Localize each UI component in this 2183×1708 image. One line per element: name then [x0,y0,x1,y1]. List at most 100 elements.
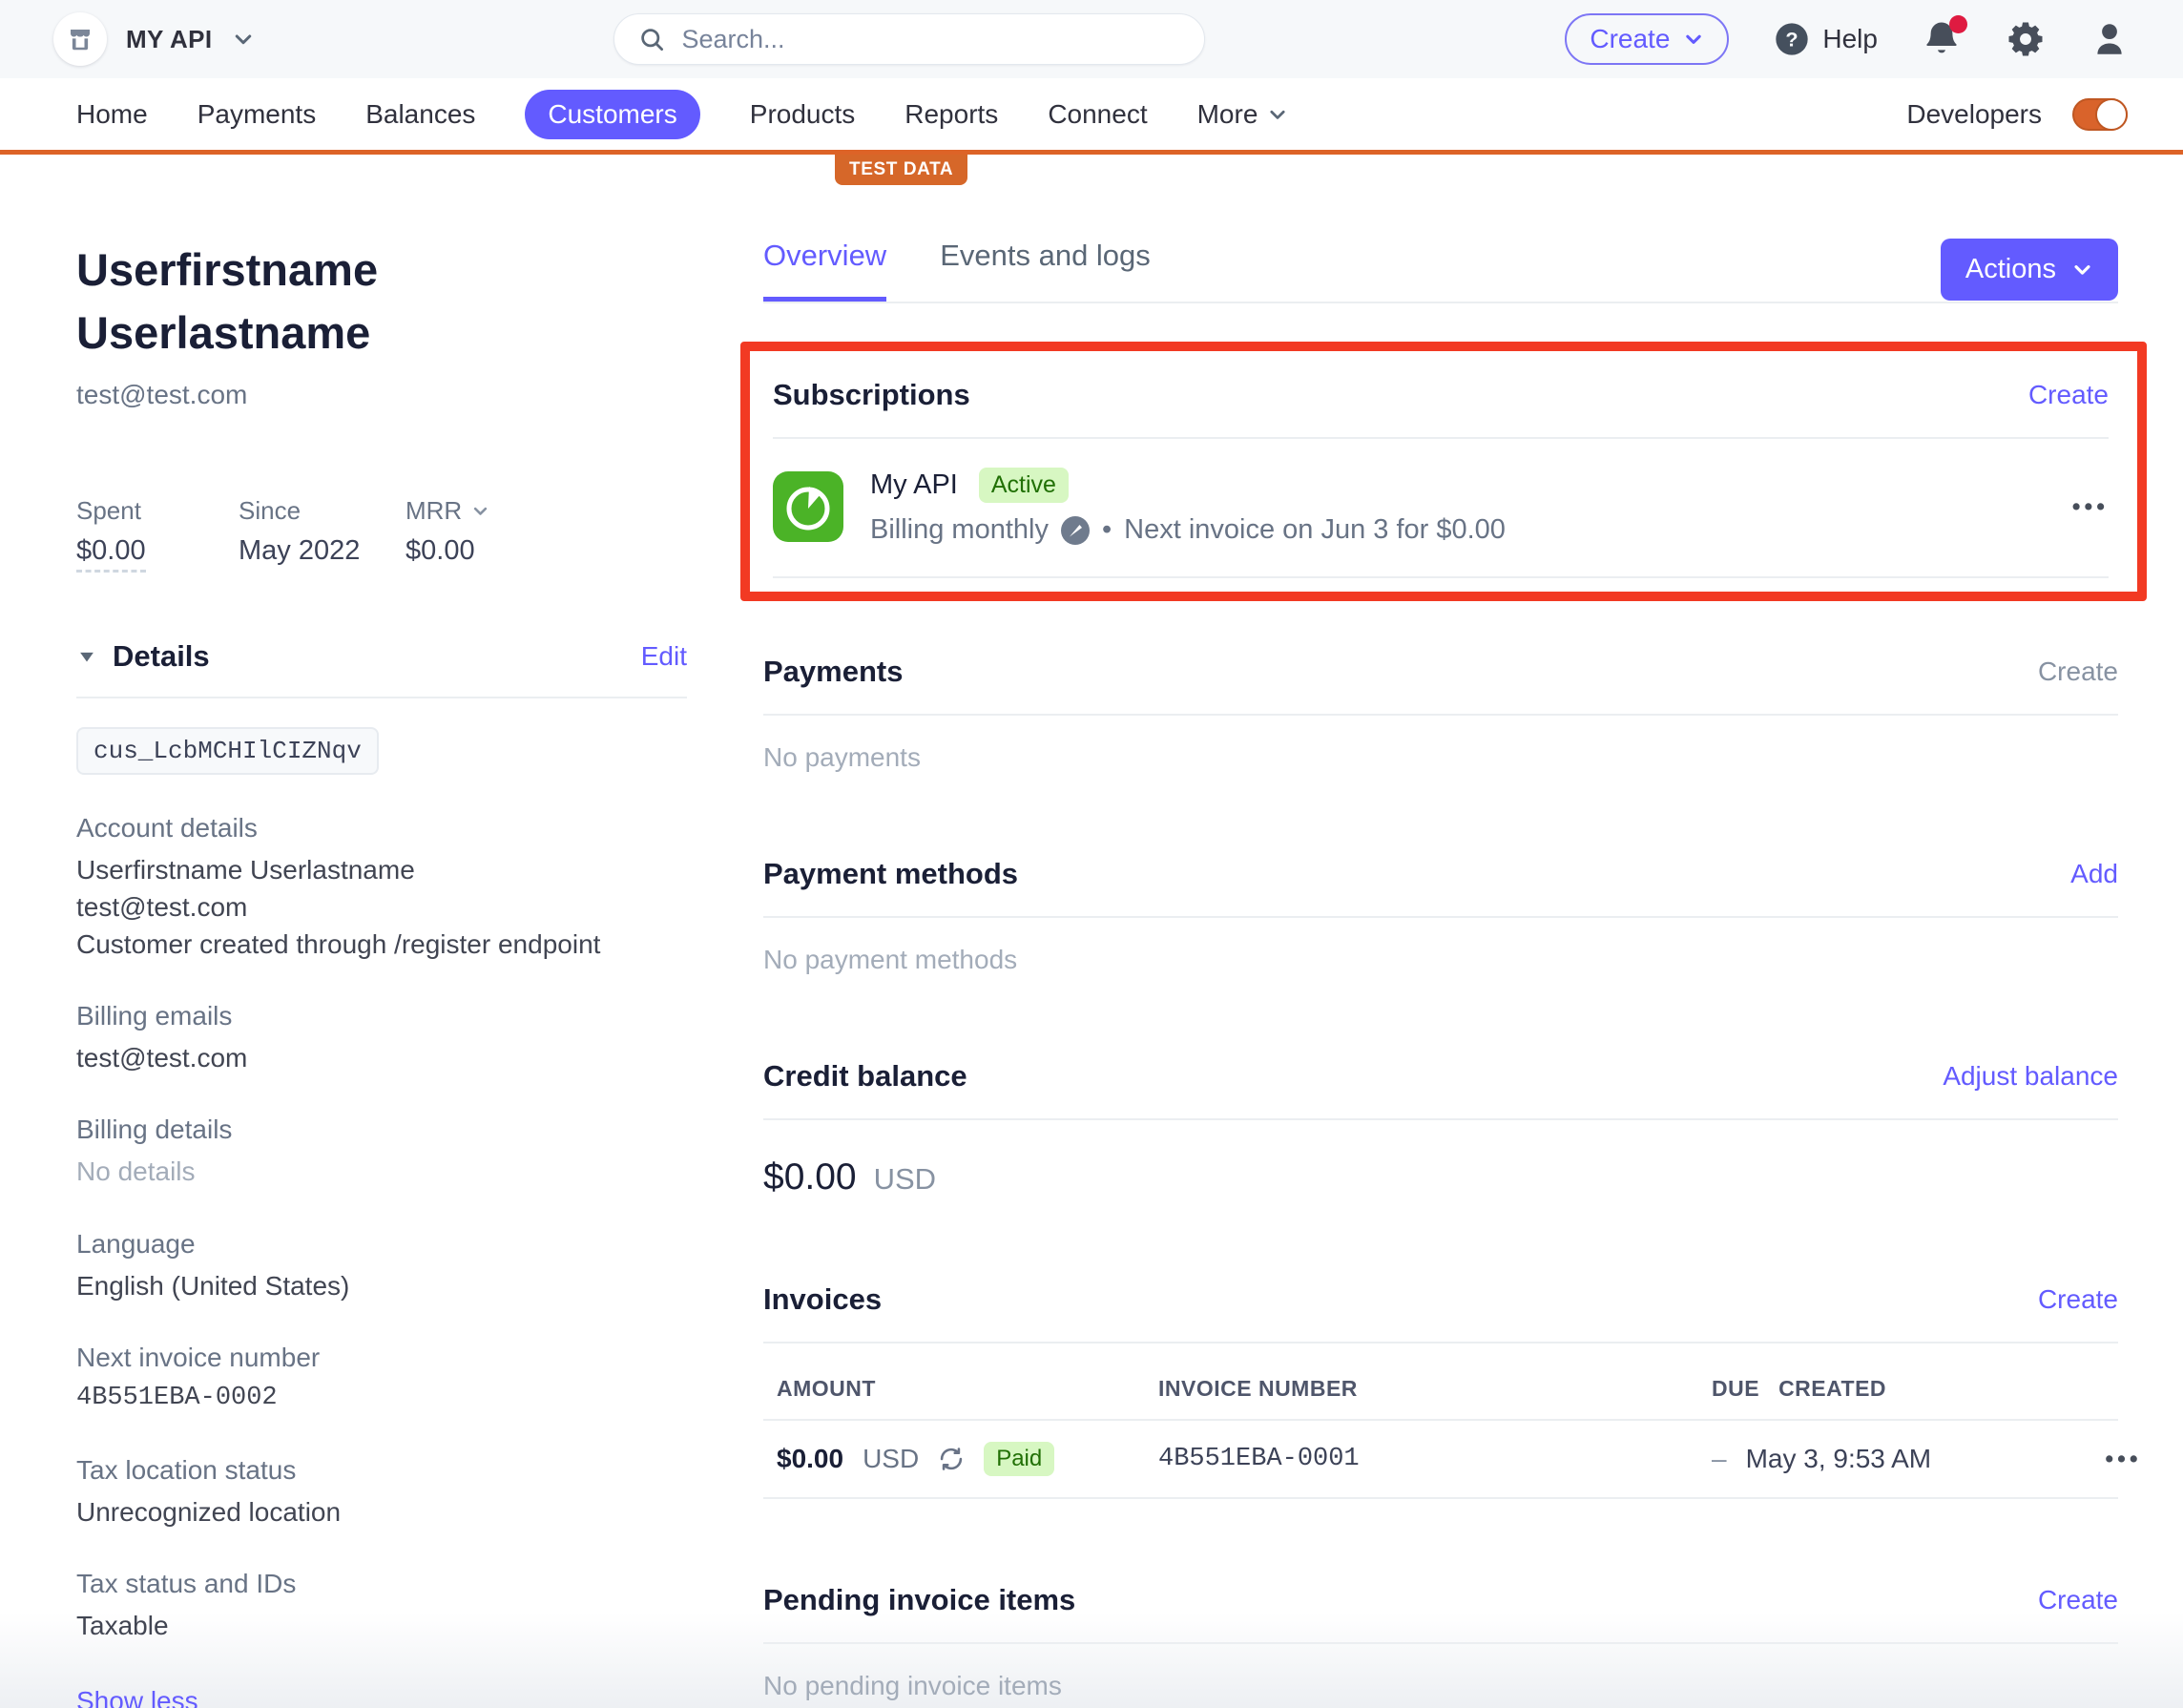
customer-email: test@test.com [76,380,687,410]
subscriptions-create-link[interactable]: Create [2028,380,2109,410]
subscription-row[interactable]: My API Active Billing monthly • Next inv… [773,439,2109,576]
payment-methods-add-link[interactable]: Add [2070,859,2118,889]
search-bar[interactable] [613,13,1205,65]
subscription-name: My API [870,469,958,501]
nav-item-balances[interactable]: Balances [365,99,475,130]
chevron-down-icon [1267,104,1288,125]
search-input[interactable] [681,25,1181,54]
svg-text:?: ? [1786,28,1798,52]
profile-button[interactable] [2089,19,2130,59]
payment-methods-section: Payment methods Add No payment methods [763,857,2118,975]
pending-invoice-items-section: Pending invoice items Create No pending … [763,1583,2118,1701]
settings-button[interactable] [2006,19,2046,59]
customer-sidebar: Userfirstname Userlastname test@test.com… [76,239,687,1708]
details-collapse-caret-icon[interactable] [76,646,97,667]
nav-item-products[interactable]: Products [750,99,856,130]
payments-empty-state: No payments [763,742,2118,773]
nav-item-payments[interactable]: Payments [198,99,317,130]
search-icon [637,25,666,53]
stat-spent: Spent $0.00 [76,496,239,573]
col-created: CREATED [1778,1376,2108,1402]
credit-balance-amount: $0.00 [763,1156,857,1198]
test-mode-toggle[interactable] [2072,98,2128,131]
actions-button-label: Actions [1965,254,2056,285]
chevron-down-icon [2071,259,2093,281]
chevron-down-icon [232,28,255,51]
actions-button[interactable]: Actions [1941,239,2118,301]
stat-mrr-selector[interactable]: MRR [405,496,489,526]
account-avatar[interactable] [53,12,107,66]
stat-spent-label: Spent [76,496,239,526]
billing-gauge-icon [1061,516,1090,545]
customer-main: Overview Events and logs Actions Subscri… [763,239,2118,1708]
storefront-icon [66,25,94,53]
tab-overview[interactable]: Overview [763,239,886,302]
show-less-link[interactable]: Show less [76,1686,198,1708]
invoice-table-row[interactable]: $0.00 USD Paid 4B551EBA-0001 [763,1421,2118,1499]
nav-item-more[interactable]: More [1197,99,1289,130]
gear-icon [2006,19,2046,59]
account-switcher[interactable]: MY API [53,12,255,66]
subscription-overflow-menu-icon[interactable]: ••• [2072,493,2109,521]
developers-link[interactable]: Developers [1906,99,2042,130]
nav-item-home[interactable]: Home [76,99,148,130]
nav-item-customers[interactable]: Customers [525,90,699,139]
invoice-amount: $0.00 [777,1444,843,1474]
notifications-button[interactable] [1922,19,1962,59]
topbar: MY API Create ? Help [0,0,2183,78]
payments-title: Payments [763,655,903,689]
chevron-down-icon [471,502,489,520]
invoice-currency: USD [863,1444,919,1474]
invoice-overflow-menu-icon[interactable]: ••• [2105,1446,2141,1473]
pending-invoice-items-title: Pending invoice items [763,1583,1075,1617]
invoice-due: – [1712,1444,1727,1474]
field-next-invoice-number: Next invoice number 4B551EBA-0002 [76,1343,687,1417]
invoice-number: 4B551EBA-0001 [1158,1445,1693,1473]
more-label: More [1197,99,1258,130]
payments-section: Payments Create No payments [763,655,2118,773]
tab-events-and-logs[interactable]: Events and logs [940,239,1151,302]
toggle-knob [2095,98,2128,131]
details-title: Details [113,639,210,674]
nav-item-connect[interactable]: Connect [1048,99,1147,130]
invoices-table-header: AMOUNT INVOICE NUMBER DUE CREATED [763,1376,2118,1421]
customer-id-pill[interactable]: cus_LcbMCHIlCIZNqv [76,727,379,775]
help-button[interactable]: ? Help [1773,20,1878,58]
pending-invoice-items-empty-state: No pending invoice items [763,1671,2118,1701]
stat-mrr-label: MRR [405,496,462,526]
credit-balance-currency: USD [874,1162,936,1197]
details-edit-link[interactable]: Edit [641,641,687,672]
field-billing-emails: Billing emails test@test.com [76,1001,687,1076]
subscription-product-icon [773,471,843,542]
field-tax-location-status: Tax location status Unrecognized locatio… [76,1455,687,1531]
notification-dot [1949,15,1967,33]
field-language: Language English (United States) [76,1229,687,1304]
create-button-label: Create [1590,24,1670,54]
tabs-row: Overview Events and logs Actions [763,239,2118,303]
pending-invoice-items-create-link[interactable]: Create [2038,1585,2118,1615]
col-amount: AMOUNT [777,1376,1139,1402]
stat-since-label: Since [239,496,405,526]
stat-spent-value: $0.00 [76,535,146,573]
stat-mrr: MRR $0.00 [405,496,489,573]
subscription-next-invoice: Next invoice on Jun 3 for $0.00 [1124,514,1506,546]
separator-bullet: • [1102,514,1112,546]
adjust-balance-link[interactable]: Adjust balance [1943,1061,2118,1092]
subscription-billing-interval: Billing monthly [870,514,1049,546]
main-nav: Home Payments Balances Customers Product… [0,78,2183,155]
stat-since: Since May 2022 [239,496,405,573]
stat-mrr-value: $0.00 [405,535,489,567]
col-due: DUE [1712,1376,1759,1402]
help-label: Help [1822,24,1878,54]
account-name[interactable]: MY API [126,25,213,54]
payments-create-link[interactable]: Create [2038,656,2118,687]
help-icon: ? [1773,20,1811,58]
subscription-status-badge: Active [979,468,1069,503]
details-divider [76,697,687,698]
person-icon [2089,19,2130,59]
customer-name: Userfirstname Userlastname [76,239,611,365]
invoices-create-link[interactable]: Create [2038,1284,2118,1315]
invoice-created: May 3, 9:53 AM [1746,1444,2075,1474]
nav-item-reports[interactable]: Reports [904,99,998,130]
create-button[interactable]: Create [1565,13,1729,65]
